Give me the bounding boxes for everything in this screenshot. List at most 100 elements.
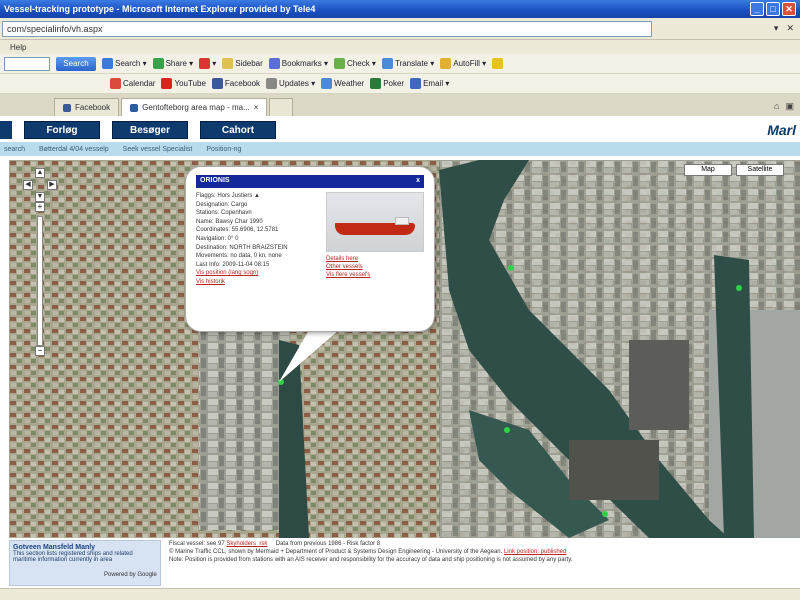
vessel-name: ORIONIS: [200, 177, 230, 184]
facebook-icon: [63, 103, 71, 112]
youtube-icon: [161, 78, 173, 89]
toolbar-sidebar[interactable]: Sidebar: [222, 58, 263, 69]
nav-left-button[interactable]: [0, 121, 12, 139]
toolbar-search-dropdown[interactable]: Search ▾: [102, 58, 147, 69]
pan-up-icon[interactable]: ▲: [35, 168, 45, 178]
toolbar-share[interactable]: Share ▾: [152, 58, 193, 69]
map-type-map-button[interactable]: Map: [684, 164, 732, 176]
stop-icon[interactable]: ✕: [786, 23, 794, 34]
breadcrumb-item[interactable]: Seek vessel Specialist: [123, 146, 193, 153]
toolbar-poker[interactable]: Poker: [370, 78, 404, 89]
browser-tab-row: Facebook Gentofteborg area map - ma... ×…: [0, 94, 800, 116]
detail-line: Stations: Copenhavn: [196, 210, 252, 217]
toolbar-facebook[interactable]: Facebook: [211, 78, 260, 89]
site-nav: Forløg Besøger Cahort Marl: [0, 118, 800, 142]
toolbar-calendar[interactable]: Calendar: [110, 78, 155, 89]
detail-line: Flaggs: Hors Justiers ▲: [196, 193, 260, 199]
pan-left-icon[interactable]: ◀: [23, 180, 33, 190]
popup-link[interactable]: Vis position (lang sogn): [196, 269, 320, 278]
translate-icon: [381, 58, 393, 69]
map-type-control: Map Satellite: [684, 164, 784, 176]
tab-map[interactable]: Gentofteborg area map - ma... ×: [121, 98, 268, 116]
toolbar-autofill[interactable]: AutoFill ▾: [440, 58, 486, 69]
check-icon: [334, 58, 346, 69]
wrench-icon[interactable]: [492, 58, 504, 69]
close-window-button[interactable]: ✕: [782, 2, 796, 16]
popup-side-link[interactable]: Details here: [326, 255, 424, 263]
vessel-photo: [326, 192, 424, 252]
toolbar-translate[interactable]: Translate ▾: [381, 58, 434, 69]
map-type-satellite-button[interactable]: Satellite: [736, 164, 784, 176]
maximize-button[interactable]: □: [766, 2, 780, 16]
feeds-icon[interactable]: ▣: [785, 101, 794, 112]
ship-bridge: [395, 217, 409, 225]
nav-button-besoger[interactable]: Besøger: [112, 121, 188, 139]
minimize-button[interactable]: _: [750, 2, 764, 16]
breadcrumb: search Bøtterdal 4/04 vesselp Seek vesse…: [0, 142, 800, 156]
menu-help[interactable]: Help: [10, 43, 26, 52]
toolbar-secondary: Calendar YouTube Facebook Updates ▾ Weat…: [0, 74, 800, 94]
status-bar: [0, 588, 800, 600]
toolbar-updates[interactable]: Updates ▾: [266, 78, 315, 89]
sidebar-icon: [222, 58, 234, 69]
toolbar-bookmarks[interactable]: Bookmarks ▾: [268, 58, 328, 69]
toolbar-check[interactable]: Check ▾: [334, 58, 376, 69]
detail-line: Coordinates: 55.6906, 12.5781: [196, 227, 279, 234]
toolbar-youtube[interactable]: YouTube: [161, 78, 206, 89]
zoom-in-button[interactable]: +: [35, 202, 45, 212]
detail-line: Navigation: 0° 0: [196, 235, 239, 242]
address-dropdown-icon[interactable]: ▾: [774, 23, 779, 34]
poker-icon: [370, 78, 382, 89]
popup-side-link[interactable]: Vis flere vessel's: [326, 271, 424, 279]
vessel-details: Flaggs: Hors Justiers ▲ Designation: Car…: [196, 192, 320, 287]
window-title: Vessel-tracking prototype - Microsoft In…: [4, 4, 316, 14]
popup-side-link[interactable]: Other vessels: [326, 263, 424, 271]
toolbar-search-input[interactable]: [4, 56, 50, 71]
footer-info-box: Gotveen Mansfeld Manly This section list…: [9, 540, 161, 586]
footer-box-text: This section lists registered ships and …: [13, 551, 133, 563]
vessel-info-popup: ORIONIS x Flaggs: Hors Justiers ▲ Design…: [185, 166, 435, 332]
zoom-out-button[interactable]: −: [35, 346, 45, 356]
breadcrumb-item[interactable]: Position-ng: [206, 146, 241, 153]
toolbar-block[interactable]: ▾: [199, 58, 216, 69]
menu-bar: Help: [0, 40, 800, 54]
home-icon[interactable]: ⌂: [774, 101, 779, 112]
toolbar-email[interactable]: Email ▾: [410, 78, 449, 89]
toolbar-weather[interactable]: Weather: [321, 78, 364, 89]
pan-right-icon[interactable]: ▶: [47, 180, 57, 190]
breadcrumb-item[interactable]: Bøtterdal 4/04 vesselp: [39, 146, 109, 153]
facebook-icon: [211, 78, 223, 89]
calendar-icon: [110, 78, 121, 89]
breadcrumb-item[interactable]: search: [4, 146, 25, 153]
detail-line: Name: Bawsy Char 1990: [196, 218, 263, 225]
toolbar-search-button[interactable]: Search: [56, 56, 96, 71]
tab-close-icon[interactable]: ×: [254, 103, 259, 112]
detail-line: Designation: Cargo: [196, 201, 248, 208]
pan-down-icon[interactable]: ▼: [35, 192, 45, 202]
popup-close-button[interactable]: x: [416, 177, 420, 186]
detail-line: Last Info: 2009-11-04 08:15: [196, 261, 270, 268]
pan-control: ▲ ◀ ▶ ▼: [23, 168, 57, 202]
site-brand: Marl: [767, 122, 796, 138]
popup-link[interactable]: Vis historik: [196, 278, 320, 287]
nav-button-forlog[interactable]: Forløg: [24, 121, 100, 139]
address-bar[interactable]: com/specialinfo/vh.aspx: [2, 20, 652, 37]
footer-link[interactable]: Link position: published: [504, 549, 566, 555]
block-icon: [199, 58, 211, 69]
search-icon: [102, 58, 113, 69]
window-title-bar: Vessel-tracking prototype - Microsoft In…: [0, 0, 800, 18]
footer-link[interactable]: Skyholders_rsk: [226, 541, 267, 547]
toolbar-primary: Search Search ▾ Share ▾ ▾ Sidebar Bookma…: [0, 54, 800, 74]
page-icon: [130, 103, 139, 112]
new-tab-button[interactable]: [269, 98, 294, 116]
zoom-slider[interactable]: [37, 216, 43, 346]
detail-line: Destination: NORTH BRAIZSTEIN: [196, 244, 288, 251]
autofill-icon: [440, 58, 452, 69]
bookmark-icon: [268, 58, 280, 69]
tab-facebook[interactable]: Facebook: [54, 98, 120, 116]
google-attribution: Powered by Google: [104, 572, 157, 578]
footer-notes: Fiscal vessel: see 97 Skyholders_rsk Dat…: [169, 541, 573, 563]
nav-button-cahort[interactable]: Cahort: [200, 121, 276, 139]
detail-line: Movements: no data, 0 kn, none: [196, 253, 282, 260]
updates-icon: [266, 78, 278, 89]
